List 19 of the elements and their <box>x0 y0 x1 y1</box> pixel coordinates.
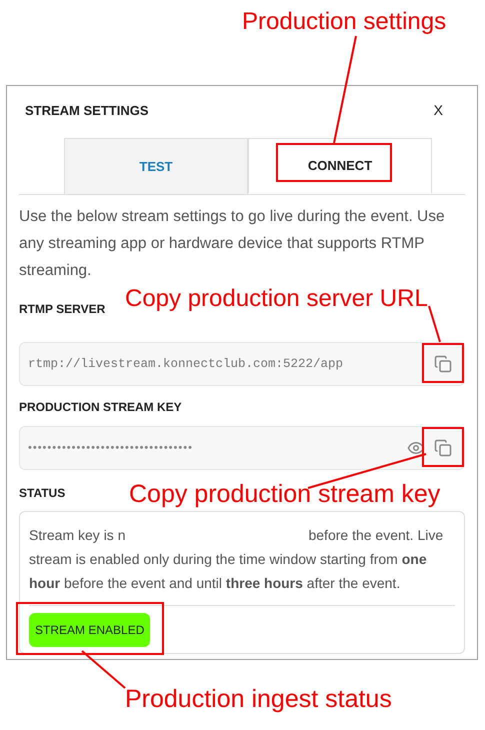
tab[interactable]: TEST <box>64 138 248 194</box>
close-button[interactable]: X <box>434 100 443 121</box>
annotation: Production ingest status <box>125 684 392 715</box>
annotation: Copy production stream key <box>128 479 442 510</box>
dialog-title: STREAM SETTINGS <box>25 102 149 120</box>
tab[interactable]: CONNECT <box>248 138 432 194</box>
input-field[interactable]: rtmp://livestream.konnectclub.com:5222/app <box>19 342 465 386</box>
field-label: PRODUCTION STREAM KEY <box>19 399 182 416</box>
status-text: before the event. Live <box>308 526 444 545</box>
status-label: STATUS <box>19 485 66 502</box>
input-field[interactable]: •••••••••••••••••••••••••••••••••• <box>19 426 465 470</box>
description: Use the below stream settings to go live during the event. Use any streaming app or hardware device that supports RTMP streaming. <box>19 207 446 281</box>
status-badge: STREAM ENABLED <box>29 613 150 647</box>
status-text: Stream key is n <box>29 526 126 545</box>
field-value: •••••••••••••••••••••••••••••••••• <box>28 440 194 456</box>
status-text: stream is enabled only during the time window starting from one hour before the event and until three hours after the event. <box>29 550 428 593</box>
annotation: Production settings <box>242 7 446 37</box>
field-label: RTMP SERVER <box>19 301 106 318</box>
field-value: rtmp://livestream.konnectclub.com:5222/app <box>28 356 344 373</box>
